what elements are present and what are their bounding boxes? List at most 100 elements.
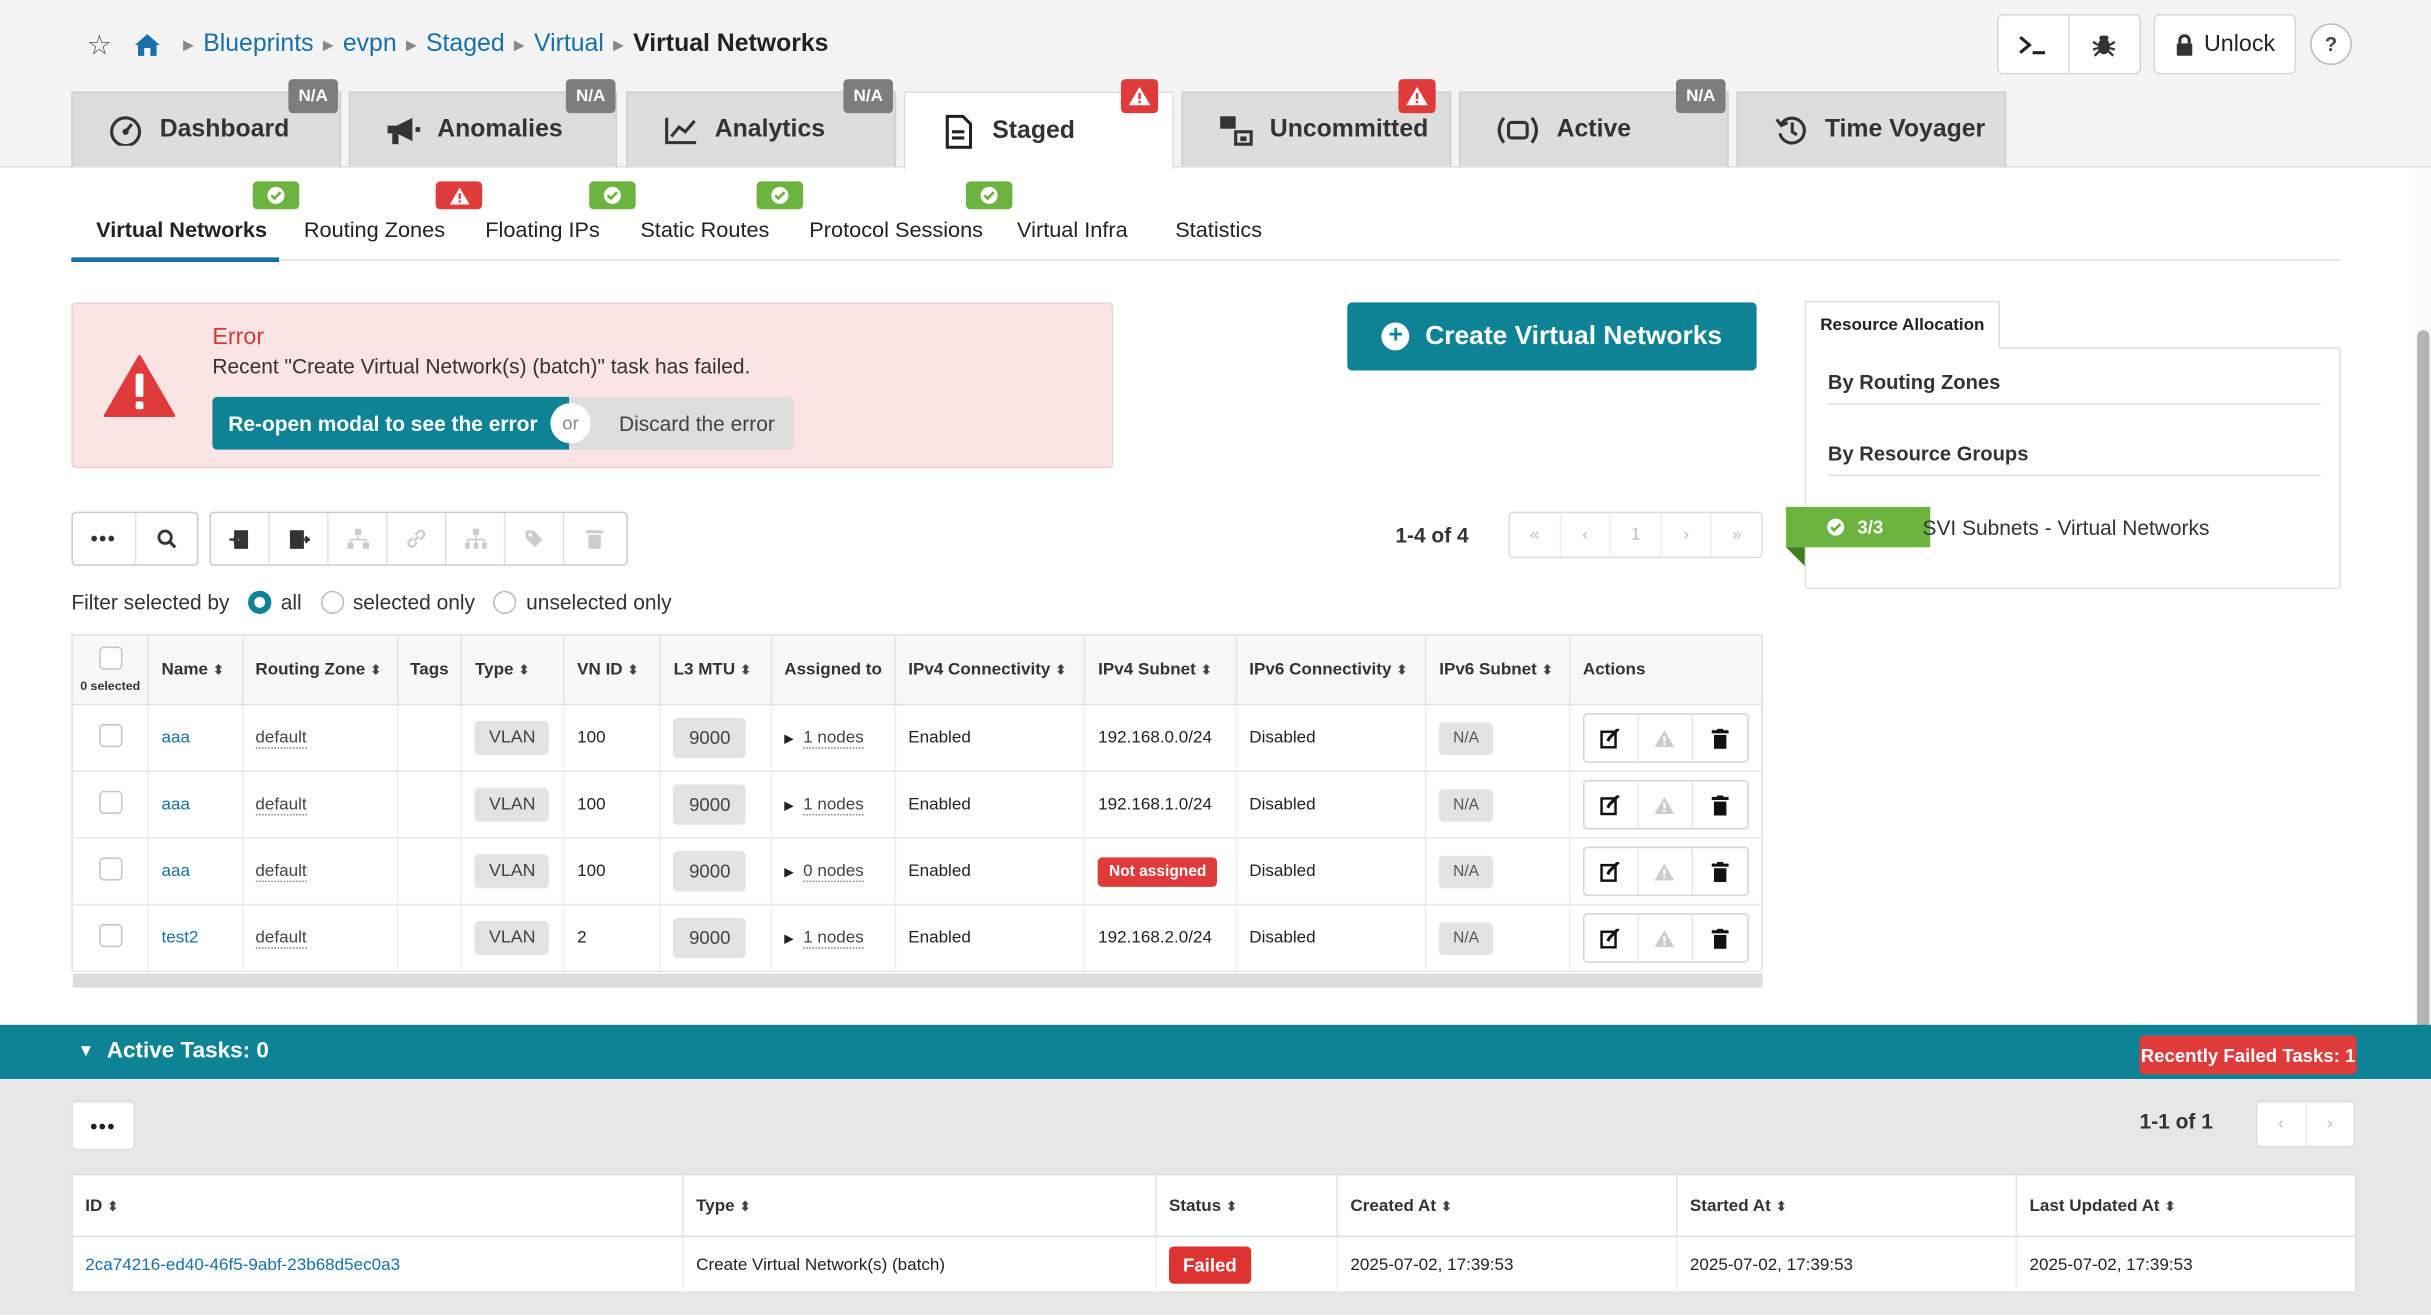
prev-page-button[interactable]: ‹ [1561,513,1612,557]
filter-unselected-radio[interactable] [493,590,517,614]
col-last-updated-at[interactable]: Last Updated At ⬍ [2016,1174,2356,1238]
create-virtual-networks-button[interactable]: + Create Virtual Networks [1347,302,1757,371]
subtab-virtual-infra[interactable]: Virtual Infra [1017,217,1128,242]
col-name[interactable]: Name ⬍ [148,634,243,706]
warning-button[interactable] [1639,848,1693,895]
tab-analytics[interactable]: Analytics N/A [626,79,897,168]
link-button[interactable] [388,513,447,565]
caret-right-icon[interactable]: ▶ [784,798,794,812]
active-tasks-bar[interactable]: ▼ Active Tasks: 0 [0,1024,2431,1080]
col-created-at[interactable]: Created At ⬍ [1337,1174,1678,1238]
edit-button[interactable] [1584,914,1639,962]
horizontal-scrollbar[interactable] [72,973,1763,988]
col-started-at[interactable]: Started At ⬍ [1676,1174,2018,1238]
page-number[interactable]: 1 [1611,513,1662,557]
by-routing-zones-heading[interactable]: By Routing Zones [1827,371,2321,405]
tab-uncommitted[interactable]: Uncommitted [1181,79,1452,168]
breadcrumb-staged[interactable]: Staged [426,31,505,59]
warning-button[interactable] [1639,714,1693,762]
discard-error-button[interactable]: Discard the error [568,396,794,450]
caret-right-icon[interactable]: ▶ [784,865,794,879]
last-page-button[interactable]: » [1712,513,1761,556]
export-button[interactable] [270,513,329,565]
filter-selected-radio[interactable] [320,590,344,614]
col-ipv6-connectivity[interactable]: IPv6 Connectivity ⬍ [1236,634,1427,706]
col-id[interactable]: ID ⬍ [72,1174,684,1238]
by-resource-groups-heading[interactable]: By Resource Groups [1827,442,2321,476]
tasks-more-button[interactable]: ••• [71,1100,135,1151]
breadcrumb-virtual[interactable]: Virtual [534,31,604,59]
row-checkbox[interactable] [98,857,122,881]
recently-failed-tasks-button[interactable]: Recently Failed Tasks: 1 [2139,1035,2357,1075]
tasks-next-button[interactable]: › [2306,1102,2353,1145]
edit-button[interactable] [1584,848,1639,895]
subtab-protocol-sessions[interactable]: Protocol Sessions [809,217,983,242]
tab-anomalies[interactable]: Anomalies N/A [348,79,618,168]
filter-all-radio[interactable] [248,590,272,614]
warning-button[interactable] [1639,914,1693,962]
col-type[interactable]: Type ⬍ [682,1174,1157,1238]
col-routing-zone[interactable]: Routing Zone ⬍ [242,634,398,706]
tab-time-voyager[interactable]: Time Voyager [1736,91,2007,168]
resource-allocation-tab[interactable]: Resource Allocation [1804,300,2001,349]
subtab-routing-zones[interactable]: Routing Zones [304,217,445,242]
reopen-modal-button[interactable]: Re-open modal to see the error [212,396,569,450]
help-button[interactable]: ? [2310,23,2352,66]
routing-zone-link[interactable]: default [255,862,307,883]
subtab-virtual-networks[interactable]: Virtual Networks [96,217,267,242]
col-vn-id[interactable]: VN ID ⬍ [563,634,662,706]
assigned-nodes-link[interactable]: 1 nodes [803,795,864,816]
caret-right-icon[interactable]: ▶ [784,932,794,946]
row-checkbox[interactable] [98,924,122,948]
more-button[interactable]: ••• [73,513,136,565]
task-id-link[interactable]: 2ca74216-ed40-46f5-9abf-23b68d5ec0a3 [85,1255,400,1274]
breadcrumb-evpn[interactable]: evpn [343,31,397,59]
subtab-statistics[interactable]: Statistics [1175,217,1262,242]
vertical-scrollbar[interactable] [2415,167,2431,1056]
unlock-button[interactable]: Unlock [2153,13,2297,75]
delete-row-button[interactable] [1693,848,1747,895]
home-icon[interactable] [134,33,162,58]
debug-button[interactable] [2069,16,2140,73]
subtab-static-routes[interactable]: Static Routes [640,217,769,242]
assigned-nodes-link[interactable]: 1 nodes [803,728,864,749]
col-status[interactable]: Status ⬍ [1155,1174,1338,1238]
col-ipv4-subnet[interactable]: IPv4 Subnet ⬍ [1084,634,1237,706]
tab-staged[interactable]: Staged [903,79,1174,169]
routing-zone-link[interactable]: default [255,795,307,816]
next-page-button[interactable]: › [1662,513,1713,557]
import-button[interactable] [211,513,270,565]
delete-row-button[interactable] [1693,915,1747,962]
subtab-floating-ips[interactable]: Floating IPs [485,217,600,242]
caret-right-icon[interactable]: ▶ [784,732,794,746]
tag-button[interactable] [505,513,565,565]
routing-zone-link[interactable]: default [255,728,307,749]
assigned-nodes-link[interactable]: 0 nodes [803,862,864,883]
terminal-button[interactable] [1998,15,2070,73]
tab-dashboard[interactable]: Dashboard N/A [71,79,342,168]
assign-button[interactable] [329,513,388,565]
scrollbar-thumb[interactable] [2417,330,2430,1056]
vn-name-link[interactable]: aaa [162,795,190,814]
col-ipv6-subnet[interactable]: IPv6 Subnet ⬍ [1426,634,1571,706]
vn-name-link[interactable]: aaa [162,862,190,881]
tasks-prev-button[interactable]: ‹ [2257,1102,2307,1146]
vn-name-link[interactable]: test2 [162,929,199,948]
select-all-checkbox[interactable] [98,645,122,669]
sitemap-button[interactable] [447,513,506,565]
col-l3-mtu[interactable]: L3 MTU ⬍ [660,634,772,706]
delete-button[interactable] [564,513,623,564]
vn-name-link[interactable]: aaa [162,729,190,748]
routing-zone-link[interactable]: default [255,928,307,949]
star-icon[interactable]: ☆ [87,29,112,62]
svi-subnets-label[interactable]: SVI Subnets - Virtual Networks [1922,516,2209,539]
tab-active[interactable]: Active N/A [1458,79,1729,168]
col-type[interactable]: Type ⬍ [461,634,565,706]
breadcrumb-blueprints[interactable]: Blueprints [203,31,313,59]
col-ipv4-connectivity[interactable]: IPv4 Connectivity ⬍ [895,634,1086,706]
edit-button[interactable] [1584,714,1639,762]
edit-button[interactable] [1584,781,1639,828]
row-checkbox[interactable] [98,790,122,814]
assigned-nodes-link[interactable]: 1 nodes [803,928,864,949]
search-button[interactable] [136,513,197,564]
